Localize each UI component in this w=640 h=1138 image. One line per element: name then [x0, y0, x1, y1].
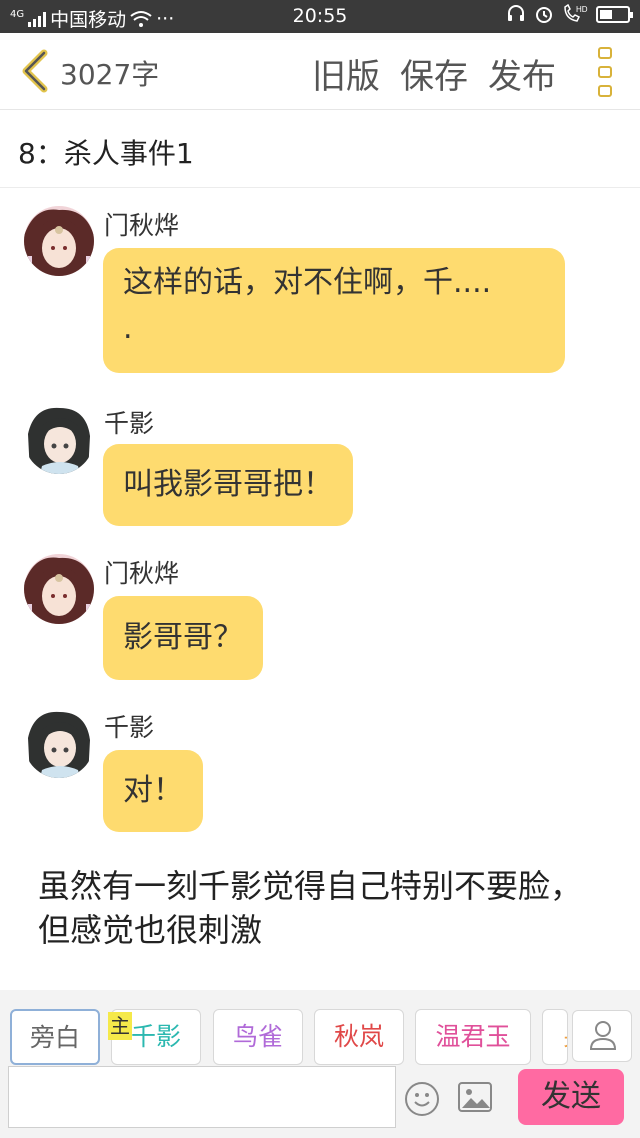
publish-button[interactable]: 发布: [488, 49, 556, 98]
chapter-title-bar[interactable]: 8：杀人事件1: [0, 110, 640, 188]
avatar-qianying[interactable]: [24, 708, 94, 778]
speaker-name: 千影: [104, 713, 155, 742]
old-version-button[interactable]: 旧版: [312, 49, 380, 98]
message-bubble[interactable]: 叫我影哥哥把！: [103, 444, 353, 526]
add-role-button[interactable]: [572, 1010, 632, 1062]
image-icon[interactable]: [458, 1082, 492, 1112]
battery-icon: [596, 5, 633, 23]
avatar-menqiuye[interactable]: [24, 554, 94, 624]
status-bar: 4G 中国移动 ··· 20:55 HD: [0, 0, 640, 33]
save-button[interactable]: 保存: [400, 49, 468, 98]
back-chevron-icon[interactable]: [16, 49, 52, 93]
editor-header: 3027字 旧版 保存 发布: [0, 33, 640, 110]
message-input[interactable]: [8, 1066, 396, 1128]
avatar-menqiuye[interactable]: [24, 206, 94, 276]
role-tab-partial[interactable]: 另: [542, 1009, 568, 1065]
message-bubble[interactable]: 影哥哥？: [103, 596, 263, 680]
role-tab-narrator[interactable]: 旁白: [10, 1009, 100, 1065]
narration-text[interactable]: 虽然有一刻千影觉得自己特别不要脸，但感觉也很刺激: [38, 864, 598, 952]
role-tab-qiulan[interactable]: 秋岚: [314, 1009, 404, 1065]
headset-icon: [508, 5, 524, 21]
speaker-name: 门秋烨: [104, 211, 180, 240]
send-button[interactable]: 发送: [518, 1069, 624, 1125]
role-tab-niaoque[interactable]: 鸟雀: [213, 1009, 303, 1065]
avatar-qianying[interactable]: [24, 404, 94, 474]
status-right: HD: [506, 4, 633, 24]
user-icon: [589, 1021, 617, 1050]
message-bubble[interactable]: 对！: [103, 750, 203, 832]
message-bubble[interactable]: 这样的话，对不住啊，千.... .: [103, 248, 565, 373]
word-count: 3027字: [60, 58, 160, 91]
speaker-name: 千影: [104, 409, 155, 438]
speaker-name: 门秋烨: [104, 559, 180, 588]
call-hd-icon: HD: [564, 4, 588, 22]
emoji-icon[interactable]: [405, 1082, 439, 1116]
more-menu-icon[interactable]: [598, 47, 614, 97]
chapter-title: 8：杀人事件1: [18, 137, 194, 170]
role-tab-wenjunyu[interactable]: 温君玉: [415, 1009, 531, 1065]
alarm-icon: [536, 7, 552, 23]
hd-label: HD: [576, 5, 588, 14]
main-role-tag: 主: [108, 1012, 132, 1040]
